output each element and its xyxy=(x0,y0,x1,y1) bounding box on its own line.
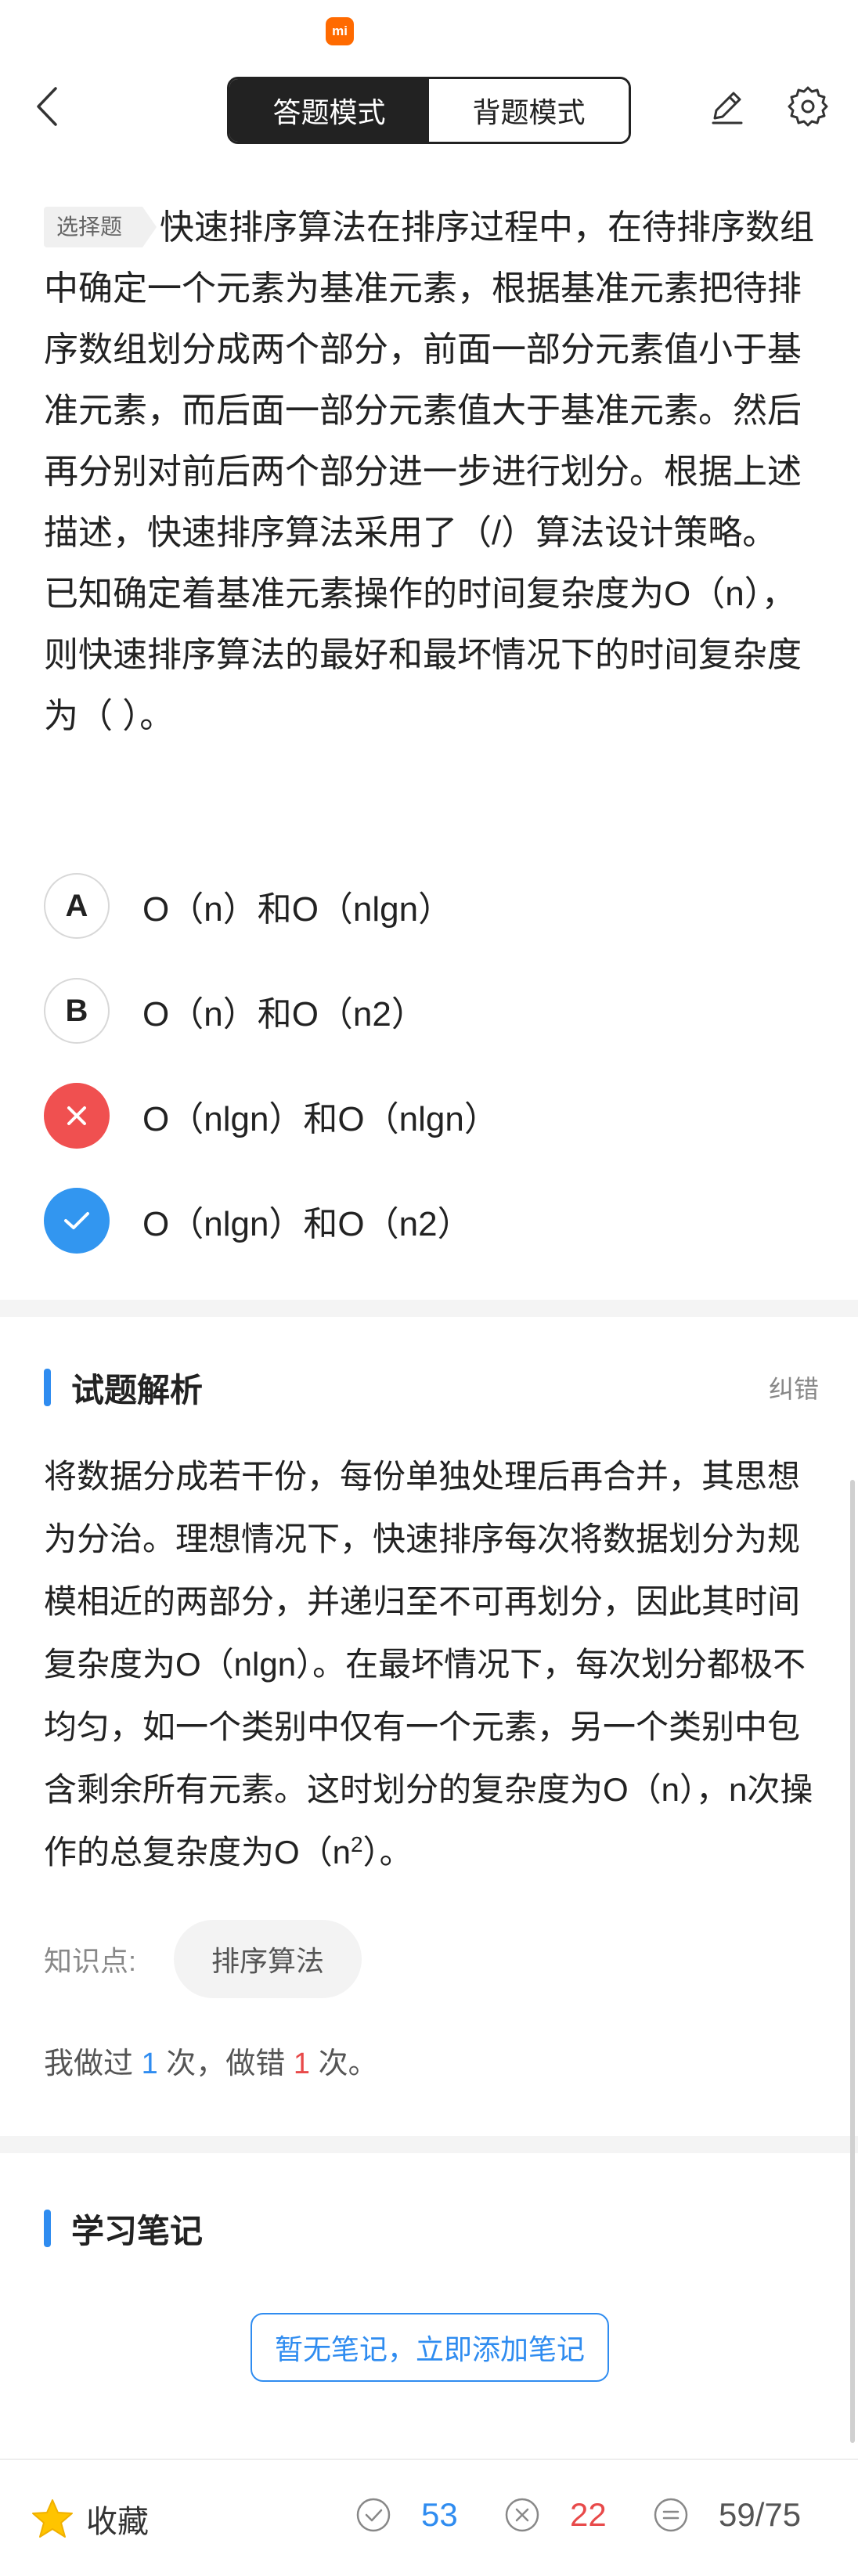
option-d[interactable]: O（nlgn）和O（n2） xyxy=(44,1168,819,1273)
correct-check-icon xyxy=(44,1188,110,1254)
correct-count-stat[interactable]: 53 xyxy=(355,2496,458,2534)
knowledge-point-label: 知识点: xyxy=(44,1945,137,1977)
section-divider xyxy=(0,2136,858,2153)
wrong-x-icon xyxy=(44,1083,110,1149)
top-bar: 答题模式 背题模式 xyxy=(0,67,858,153)
favorite-button[interactable]: 收藏 xyxy=(31,2496,149,2542)
analysis-header: 试题解析 纠错 xyxy=(44,1364,819,1411)
star-icon xyxy=(32,2499,73,2538)
history-done-count: 1 xyxy=(141,2047,158,2080)
scrollbar[interactable] xyxy=(850,1480,855,2443)
section-accent-bar xyxy=(44,2210,51,2247)
list-circle-icon xyxy=(654,2498,688,2532)
edit-icon[interactable] xyxy=(703,83,750,130)
history-mid: 次，做错 xyxy=(166,2047,286,2080)
analysis-superscript: 2 xyxy=(351,1832,363,1856)
add-note-button[interactable]: 暂无笔记，立即添加笔记 xyxy=(251,2313,609,2382)
question-progress: 59/75 xyxy=(719,2496,802,2533)
back-icon[interactable] xyxy=(23,83,70,130)
wrong-count-stat[interactable]: 22 xyxy=(504,2496,607,2534)
history-prefix: 我做过 xyxy=(44,2047,134,2080)
notes-header: 学习笔记 xyxy=(44,2205,819,2252)
question-stem-2: 已知确定着基准元素操作的时间复杂度为O（n），则快速排序算法的最好和最坏情况下的… xyxy=(44,575,802,735)
option-b[interactable]: B O（n）和O（n2） xyxy=(44,958,819,1063)
progress-stat[interactable]: 59/75 xyxy=(653,2496,801,2534)
option-a-badge: A xyxy=(44,873,110,939)
report-error-link[interactable]: 纠错 xyxy=(769,1369,819,1405)
option-c-text: O（nlgn）和O（nlgn） xyxy=(142,1100,499,1138)
option-a-text: O（n）和O（nlgn） xyxy=(142,890,453,929)
bottom-bar: 收藏 53 22 59/75 xyxy=(0,2459,858,2576)
question-type-tag: 选择题 xyxy=(44,207,157,247)
notes-title: 学习笔记 xyxy=(71,2212,204,2249)
wrong-count: 22 xyxy=(570,2496,607,2533)
answer-history: 我做过 1 次，做错 1 次。 xyxy=(44,2039,378,2082)
analysis-text-tail: ）。 xyxy=(362,1834,413,1871)
answer-mode-tab[interactable]: 答题模式 xyxy=(229,79,429,142)
memorize-mode-tab[interactable]: 背题模式 xyxy=(429,79,629,142)
option-d-text: O（nlgn）和O（n2） xyxy=(142,1205,472,1243)
history-wrong-count: 1 xyxy=(293,2047,310,2080)
knowledge-point-chip[interactable]: 排序算法 xyxy=(174,1920,362,1998)
option-c[interactable]: O（nlgn）和O（nlgn） xyxy=(44,1063,819,1168)
question-stem: 快速排序算法在排序过程中，在待排序数组中确定一个元素为基准元素，根据基准元素把待… xyxy=(44,208,815,552)
x-circle-icon xyxy=(505,2498,539,2532)
favorite-label: 收藏 xyxy=(86,2505,149,2539)
history-suffix: 次。 xyxy=(318,2047,378,2080)
section-divider xyxy=(0,1300,858,1317)
check-circle-icon xyxy=(356,2498,391,2532)
option-b-badge: B xyxy=(44,978,110,1044)
knowledge-point-row: 知识点: 排序算法 xyxy=(44,1920,362,1998)
option-a[interactable]: A O（n）和O（nlgn） xyxy=(44,853,819,958)
mi-logo: mi xyxy=(326,17,354,45)
mode-toggle: 答题模式 背题模式 xyxy=(227,77,631,144)
section-accent-bar xyxy=(44,1369,51,1406)
analysis-text: 将数据分成若干份，每份单独处理后再合并，其思想为分治。理想情况下，快速排序每次将… xyxy=(44,1458,813,1871)
option-b-text: O（n）和O（n2） xyxy=(142,995,426,1034)
options-list: A O（n）和O（nlgn） B O（n）和O（n2） O（nlgn）和O（nl… xyxy=(44,853,819,1273)
analysis-body: 将数据分成若干份，每份单独处理后再合并，其思想为分治。理想情况下，快速排序每次将… xyxy=(44,1445,819,1884)
correct-count: 53 xyxy=(421,2496,458,2533)
analysis-title: 试题解析 xyxy=(71,1371,204,1409)
question-text: 选择题 快速排序算法在排序过程中，在待排序数组中确定一个元素为基准元素，根据基准元… xyxy=(44,197,819,747)
gear-icon[interactable] xyxy=(784,83,831,130)
